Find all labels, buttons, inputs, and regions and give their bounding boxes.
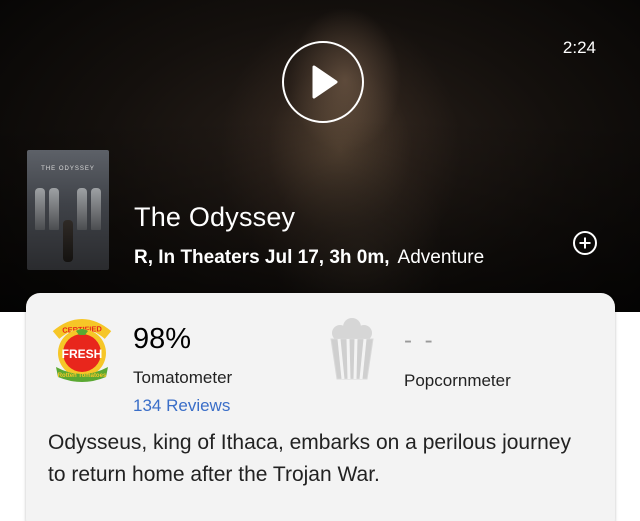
badge-rt-text: Rotten Tomatoes xyxy=(58,373,107,379)
tomatometer-label: Tomatometer xyxy=(133,368,233,387)
movie-title: The Odyssey xyxy=(134,202,296,232)
poster-title: THE ODYSSEY xyxy=(41,166,95,172)
poster-figure xyxy=(49,188,59,230)
popcornmeter-label: Popcornmeter xyxy=(404,371,511,390)
add-circle-icon xyxy=(573,231,597,255)
badge-fresh-text: FRESH xyxy=(62,347,103,361)
movie-poster[interactable]: THE ODYSSEY xyxy=(27,150,109,270)
poster-figure xyxy=(35,188,45,230)
poster-figure xyxy=(63,220,73,262)
movie-synopsis: Odysseus, king of Ithaca, embarks on a p… xyxy=(48,431,571,486)
certified-fresh-icon: CERTIFIED FRESH Rotten Tomatoes xyxy=(52,319,112,382)
popcorn-bucket-icon xyxy=(330,318,374,380)
reviews-link[interactable]: 134 Reviews xyxy=(133,396,230,416)
poster-figure xyxy=(77,188,87,230)
rating-release-info: R, In Theaters Jul 17, 3h 0m, xyxy=(134,247,390,268)
add-to-watchlist-button[interactable] xyxy=(572,230,598,256)
play-icon xyxy=(312,65,338,99)
genre-label: Adventure xyxy=(397,247,485,268)
tomatometer-score: 98% xyxy=(133,323,192,355)
poster-figure xyxy=(91,188,101,230)
play-button[interactable] xyxy=(282,41,364,123)
trailer-duration: 2:24 xyxy=(562,38,596,57)
popcornmeter-score: - - xyxy=(404,327,436,354)
scores-card: CERTIFIED FRESH Rotten Tomatoes 98% Toma… xyxy=(26,293,615,521)
movie-meta: R, In Theaters Jul 17, 3h 0m, Adventure xyxy=(134,247,484,269)
